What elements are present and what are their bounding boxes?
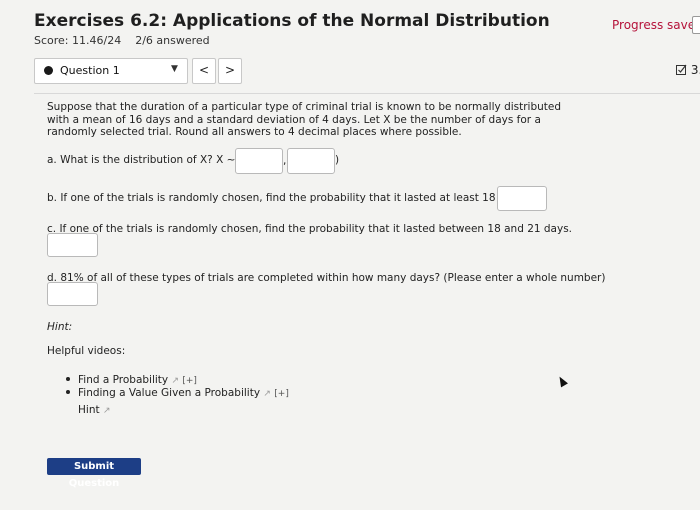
chevron-down-icon: ▼: [171, 64, 178, 74]
progress-status: Progress saved: [612, 18, 700, 32]
expand-link-plus[interactable]: [+]: [274, 389, 289, 399]
external-link-icon[interactable]: ↗: [263, 389, 271, 399]
edit-checkbox-icon: [676, 64, 687, 75]
external-link-icon[interactable]: ↗: [171, 376, 179, 386]
score-text: Score: 11.46/24: [34, 34, 122, 47]
part-d-prompt: d. 81% of all of these types of trials a…: [47, 272, 606, 284]
question-counter[interactable]: 3.: [676, 63, 700, 77]
std-dev-input[interactable]: [287, 148, 335, 174]
question-select-label: Question 1: [60, 64, 120, 77]
score-line: Score: 11.46/24 2/6 answered: [34, 34, 210, 47]
video-link-find-probability[interactable]: Find a Probability: [78, 374, 168, 386]
progress-toggle[interactable]: [692, 16, 700, 34]
expand-link-plus[interactable]: [+]: [182, 376, 197, 386]
answered-count: 2/6 answered: [135, 34, 210, 47]
hint-link[interactable]: Hint: [78, 404, 100, 416]
video-link-finding-value[interactable]: Finding a Value Given a Probability: [78, 387, 260, 399]
part-a-comma: ,: [283, 155, 287, 167]
problem-statement: Suppose that the duration of a particula…: [47, 101, 562, 138]
mean-input[interactable]: [235, 148, 283, 174]
question-select[interactable]: Question 1 ▼: [34, 58, 188, 84]
list-item: Finding a Value Given a Probability ↗ [+…: [66, 387, 289, 399]
part-a-prompt: a. What is the distribution of X? X ~ N(: [47, 154, 251, 166]
part-c-prompt: c. If one of the trials is randomly chos…: [47, 223, 573, 235]
page-title: Exercises 6.2: Applications of the Norma…: [34, 11, 550, 31]
part-b-answer-input[interactable]: [497, 186, 547, 211]
hint-label: Hint:: [47, 321, 73, 333]
mouse-cursor-icon: [556, 374, 568, 388]
helpful-videos-label: Helpful videos:: [47, 345, 126, 357]
question-counter-text: 3.: [690, 63, 700, 77]
divider: [34, 93, 700, 94]
part-b-prompt: b. If one of the trials is randomly chos…: [47, 192, 527, 204]
part-a-close-paren: ): [335, 154, 340, 166]
list-item: Hint ↗: [78, 404, 110, 416]
bullet-icon: [66, 390, 70, 394]
submit-question-button[interactable]: Submit Question: [47, 458, 141, 489]
part-c-answer-input[interactable]: [47, 233, 98, 257]
prev-question-button[interactable]: <: [192, 58, 216, 84]
part-d-answer-input[interactable]: [47, 282, 98, 306]
list-item: Find a Probability ↗ [+]: [66, 374, 197, 386]
bullet-icon: [66, 377, 70, 381]
question-status-dot: [44, 66, 53, 75]
next-question-button[interactable]: >: [218, 58, 242, 84]
external-link-icon[interactable]: ↗: [103, 406, 111, 416]
